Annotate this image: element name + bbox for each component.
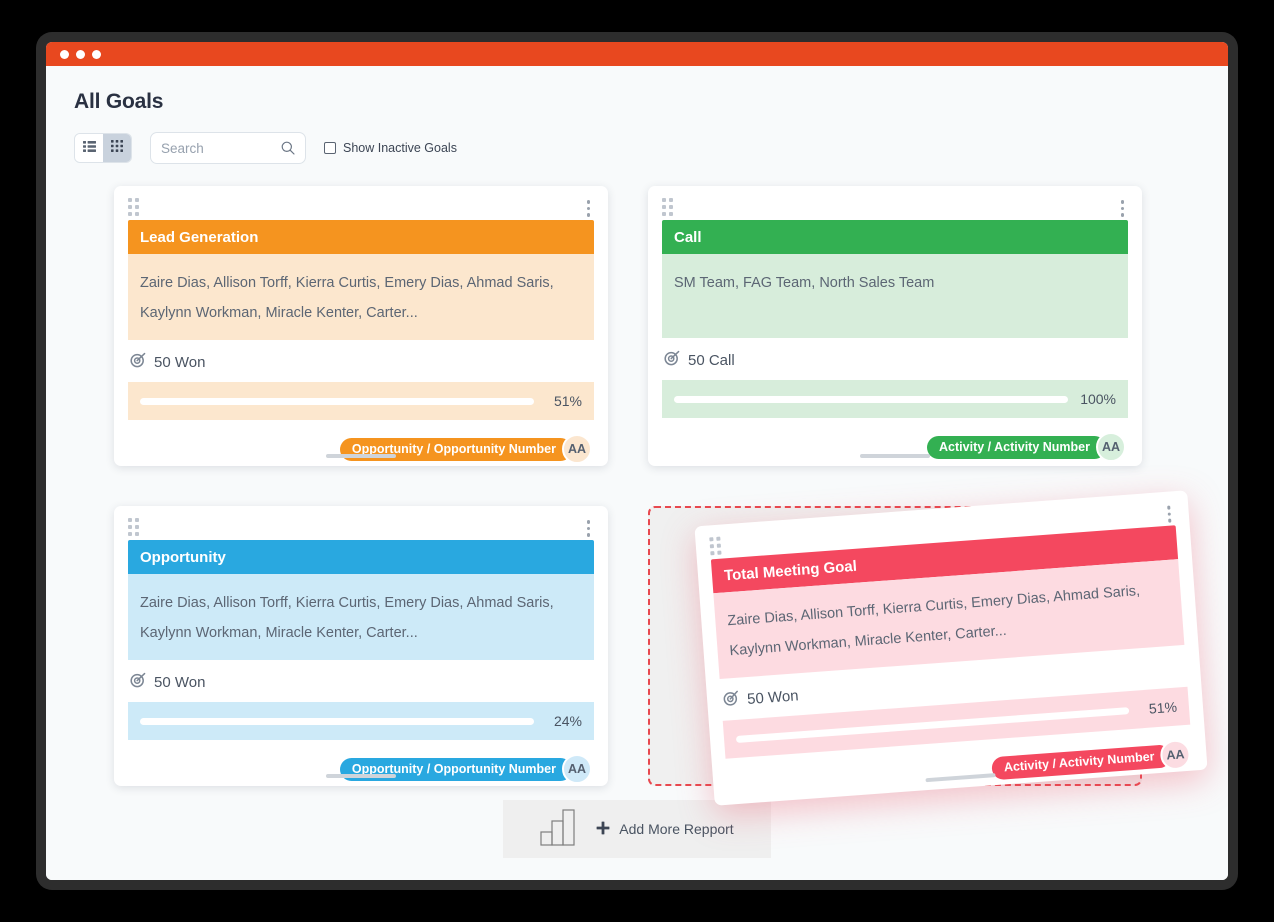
avatar[interactable]: AA bbox=[1096, 432, 1126, 462]
goal-type-badge[interactable]: Activity / Activity Number bbox=[927, 435, 1106, 459]
card-title: Total Meeting Goal bbox=[723, 557, 858, 584]
card-footer: Opportunity / Opportunity Number AA bbox=[128, 754, 594, 784]
drag-handle-icon[interactable] bbox=[128, 518, 139, 536]
kebab-menu-icon[interactable] bbox=[1163, 503, 1176, 524]
window-title-bar bbox=[46, 42, 1228, 66]
card-title-bar: Opportunity bbox=[128, 540, 594, 574]
toolbar: Show Inactive Goals bbox=[74, 132, 1200, 164]
checkbox-box[interactable] bbox=[324, 142, 336, 154]
page-body: All Goals Search Show Inactive Goals Lea… bbox=[46, 66, 1228, 880]
progress-row: 51% bbox=[128, 382, 594, 420]
card-members: SM Team, FAG Team, North Sales Team bbox=[662, 254, 1128, 338]
card-members: Zaire Dias, Allison Torff, Kierra Curtis… bbox=[128, 254, 594, 340]
drag-handle-icon[interactable] bbox=[709, 536, 722, 556]
card-topbar bbox=[128, 518, 594, 540]
target-icon bbox=[130, 672, 146, 692]
avatar[interactable]: AA bbox=[562, 434, 592, 464]
plus-icon bbox=[596, 821, 610, 838]
progress-row: 24% bbox=[128, 702, 594, 740]
list-view-icon bbox=[82, 139, 96, 157]
avatar[interactable]: AA bbox=[562, 754, 592, 784]
close-button[interactable] bbox=[60, 49, 69, 59]
card-metric: 50 Won bbox=[128, 340, 594, 382]
add-more-report-label: Add More Repport bbox=[619, 821, 734, 837]
card-scroll-indicator[interactable] bbox=[326, 774, 396, 778]
kebab-menu-icon[interactable] bbox=[1117, 198, 1129, 219]
card-metric-label: 50 Call bbox=[688, 351, 735, 369]
progress-percent: 24% bbox=[553, 713, 582, 729]
progress-percent: 51% bbox=[1148, 698, 1178, 717]
add-more-report-button[interactable]: Add More Repport bbox=[503, 800, 771, 858]
card-footer: Opportunity / Opportunity Number AA bbox=[128, 434, 594, 464]
target-icon bbox=[130, 352, 146, 372]
goal-card-lead-generation[interactable]: Lead Generation Zaire Dias, Allison Torf… bbox=[114, 186, 608, 466]
grid-view-button[interactable] bbox=[103, 134, 131, 162]
card-metric: 50 Call bbox=[662, 338, 1128, 380]
target-icon bbox=[664, 350, 680, 370]
kebab-menu-icon[interactable] bbox=[583, 518, 595, 539]
card-scroll-indicator[interactable] bbox=[860, 454, 930, 458]
card-topbar bbox=[662, 198, 1128, 220]
device-frame: All Goals Search Show Inactive Goals Lea… bbox=[36, 32, 1238, 890]
card-title-bar: Lead Generation bbox=[128, 220, 594, 254]
view-mode-toggle[interactable] bbox=[74, 133, 132, 163]
browser-window: All Goals Search Show Inactive Goals Lea… bbox=[46, 42, 1228, 880]
minimize-button[interactable] bbox=[76, 49, 85, 59]
show-inactive-goals-checkbox[interactable]: Show Inactive Goals bbox=[324, 141, 457, 155]
grid-view-icon bbox=[111, 139, 123, 157]
goal-card-total-meeting-goal-dragging[interactable]: Total Meeting Goal Zaire Dias, Allison T… bbox=[694, 490, 1208, 806]
card-title: Lead Generation bbox=[140, 228, 259, 246]
bar-chart-icon bbox=[540, 808, 582, 851]
goal-type-badge[interactable]: Activity / Activity Number bbox=[991, 743, 1172, 780]
show-inactive-goals-label: Show Inactive Goals bbox=[343, 141, 457, 155]
search-box[interactable] bbox=[150, 132, 306, 164]
card-title: Opportunity bbox=[140, 548, 226, 566]
progress-track bbox=[674, 395, 1068, 403]
drag-handle-icon[interactable] bbox=[128, 198, 139, 216]
card-topbar bbox=[128, 198, 594, 220]
list-view-button[interactable] bbox=[75, 134, 103, 162]
card-metric-label: 50 Won bbox=[746, 686, 800, 708]
card-members: Zaire Dias, Allison Torff, Kierra Curtis… bbox=[128, 574, 594, 660]
card-scroll-indicator[interactable] bbox=[326, 454, 396, 458]
drag-handle-icon[interactable] bbox=[662, 198, 673, 216]
add-more-report-label-group: Add More Repport bbox=[596, 821, 734, 838]
target-icon bbox=[723, 690, 740, 711]
card-metric-label: 50 Won bbox=[154, 353, 206, 371]
card-metric: 50 Won bbox=[128, 660, 594, 702]
search-icon bbox=[281, 141, 295, 160]
card-title: Call bbox=[674, 228, 702, 246]
progress-row: 100% bbox=[662, 380, 1128, 418]
progress-percent: 100% bbox=[1080, 391, 1116, 407]
maximize-button[interactable] bbox=[92, 49, 101, 59]
kebab-menu-icon[interactable] bbox=[583, 198, 595, 219]
goal-card-call[interactable]: Call SM Team, FAG Team, North Sales Team… bbox=[648, 186, 1142, 466]
goal-card-opportunity[interactable]: Opportunity Zaire Dias, Allison Torff, K… bbox=[114, 506, 608, 786]
card-title-bar: Call bbox=[662, 220, 1128, 254]
card-metric-label: 50 Won bbox=[154, 673, 206, 691]
progress-track bbox=[140, 397, 534, 405]
progress-track bbox=[140, 717, 534, 725]
search-input[interactable] bbox=[161, 140, 271, 156]
progress-percent: 51% bbox=[553, 393, 582, 409]
page-title: All Goals bbox=[74, 90, 164, 113]
